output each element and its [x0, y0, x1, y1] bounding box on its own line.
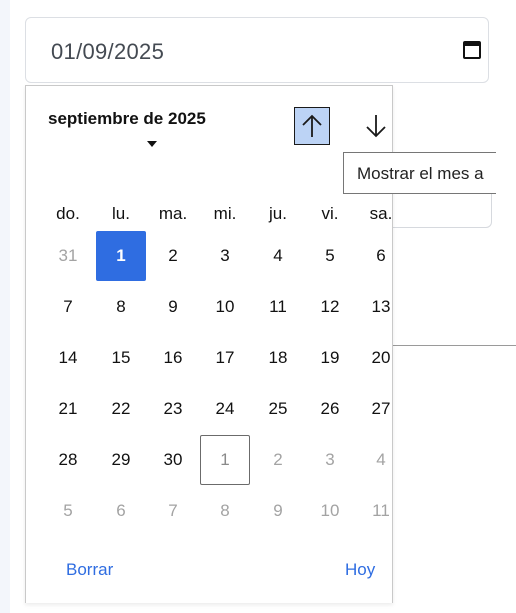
clear-button[interactable]: Borrar	[66, 560, 113, 580]
day-cell[interactable]: 6	[359, 236, 403, 276]
day-cell[interactable]: 19	[308, 338, 352, 378]
day-cell[interactable]: 4	[359, 440, 403, 480]
background-divider	[390, 345, 516, 346]
day-cell[interactable]: 5	[46, 491, 90, 531]
previous-month-button[interactable]	[294, 107, 330, 145]
day-cell[interactable]: 9	[256, 491, 300, 531]
month-dropdown-caret-icon[interactable]	[147, 141, 157, 147]
today-button[interactable]: Hoy	[345, 560, 375, 580]
day-cell[interactable]: 13	[359, 287, 403, 327]
day-cell[interactable]: 24	[203, 389, 247, 429]
day-cell[interactable]: 11	[359, 491, 403, 531]
arrow-up-icon	[302, 114, 322, 137]
day-cell[interactable]: 10	[308, 491, 352, 531]
day-cell[interactable]: 27	[359, 389, 403, 429]
next-month-button[interactable]	[358, 107, 394, 145]
day-cell[interactable]: 17	[203, 338, 247, 378]
day-cell[interactable]: 28	[46, 440, 90, 480]
day-cell[interactable]: 7	[46, 287, 90, 327]
day-cell[interactable]: 8	[203, 491, 247, 531]
day-cell[interactable]: 3	[203, 236, 247, 276]
day-cell[interactable]: 11	[256, 287, 300, 327]
day-cell[interactable]: 2	[256, 440, 300, 480]
day-cell[interactable]: 14	[46, 338, 90, 378]
day-cell[interactable]: 15	[99, 338, 143, 378]
day-cell[interactable]: 26	[308, 389, 352, 429]
day-cell-focused[interactable]: 1	[200, 435, 250, 485]
day-cell[interactable]: 20	[359, 338, 403, 378]
date-input-value[interactable]: 01/09/2025	[51, 39, 164, 65]
weekday-label: sa.	[369, 204, 393, 223]
day-cell[interactable]: 22	[99, 389, 143, 429]
day-cell[interactable]: 6	[99, 491, 143, 531]
date-input[interactable]: 01/09/2025	[25, 17, 489, 83]
weekday-label: do.	[56, 204, 80, 223]
day-cell[interactable]: 18	[256, 338, 300, 378]
day-cell[interactable]: 25	[256, 389, 300, 429]
day-cell[interactable]: 2	[151, 236, 195, 276]
weekday-label: lu.	[112, 204, 130, 223]
weekday-label: ju.	[269, 204, 287, 223]
navigation-tooltip: Mostrar el mes a	[343, 152, 496, 194]
day-cell[interactable]: 30	[151, 440, 195, 480]
day-cell[interactable]: 12	[308, 287, 352, 327]
date-picker-popup: septiembre de 2025 do. lu. ma. mi. ju. vi. sa.…	[25, 85, 393, 603]
calendar-icon[interactable]	[463, 41, 481, 59]
day-cell[interactable]: 8	[99, 287, 143, 327]
day-cell[interactable]: 16	[151, 338, 195, 378]
day-cell[interactable]: 3	[308, 440, 352, 480]
month-year-label[interactable]: septiembre de 2025	[48, 109, 206, 129]
day-cell[interactable]: 29	[99, 440, 143, 480]
day-cell[interactable]: 7	[151, 491, 195, 531]
day-cell[interactable]: 4	[256, 236, 300, 276]
day-cell-selected[interactable]: 1	[96, 231, 146, 281]
day-cell[interactable]: 31	[46, 236, 90, 276]
day-cell[interactable]: 9	[151, 287, 195, 327]
day-cell[interactable]: 10	[203, 287, 247, 327]
arrow-down-icon	[366, 115, 386, 138]
day-cell[interactable]: 21	[46, 389, 90, 429]
weekday-label: ma.	[158, 204, 188, 223]
weekday-label: mi.	[213, 204, 237, 223]
day-cell[interactable]: 5	[308, 236, 352, 276]
weekday-label: vi.	[321, 204, 339, 223]
day-cell[interactable]: 23	[151, 389, 195, 429]
